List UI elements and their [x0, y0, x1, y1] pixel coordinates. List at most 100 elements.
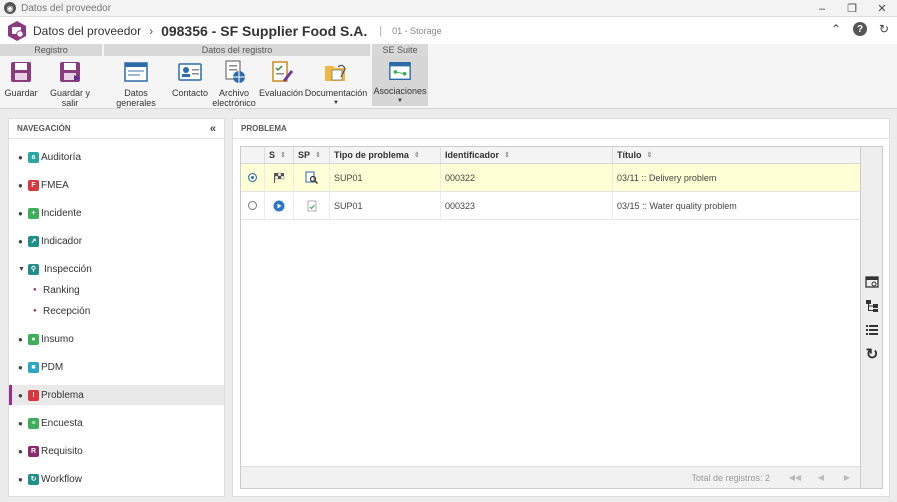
inspection-icon: ⚲: [28, 263, 39, 275]
close-icon[interactable]: ✕: [867, 0, 897, 17]
navigation-header: NAVEGACIÓN «: [9, 119, 224, 139]
problem-grid: S ⇕ SP ⇕ Tipo de problema ⇕ Identificador ⇕ …: [240, 146, 861, 489]
column-tipo[interactable]: Tipo de problema ⇕: [330, 147, 441, 163]
sort-icon: ⇕: [315, 152, 321, 159]
nav-item-auditoria[interactable]: ● a Auditoría: [9, 147, 224, 167]
collapse-up-icon[interactable]: ⌃: [829, 22, 843, 36]
ribbon-toolbar: Registro Datos del registro SE Suite Gua…: [0, 44, 897, 109]
nav-item-incidente[interactable]: ● + Incidente: [9, 203, 224, 223]
analysis-search-icon: [305, 171, 318, 184]
documentation-button[interactable]: Documentación ▼: [305, 59, 367, 108]
grid-side-toolbar: ↻: [861, 146, 883, 489]
problem-icon: !: [28, 389, 39, 401]
view-record-icon[interactable]: [864, 274, 880, 290]
next-page-icon[interactable]: ▶: [834, 473, 860, 482]
previous-page-icon[interactable]: ◀: [808, 473, 834, 482]
nav-item-ranking[interactable]: ● Ranking: [9, 280, 224, 300]
evaluation-icon: [272, 61, 294, 82]
ribbon-group-datos: Datos del registro: [104, 44, 370, 56]
sort-icon: ⇕: [280, 152, 286, 159]
save-exit-icon: [60, 62, 80, 82]
dropdown-caret-icon: ▼: [397, 98, 403, 104]
window-title: Datos del proveedor: [21, 2, 112, 14]
ribbon-group-sesuite: SE Suite: [372, 44, 428, 56]
input-icon: ●: [28, 333, 39, 345]
nav-item-inspeccion[interactable]: ▼ ⚲ Inspección: [9, 259, 224, 279]
cell-titulo: 03/11 :: Delivery problem: [617, 172, 717, 183]
list-icon[interactable]: [864, 322, 880, 338]
save-icon: [11, 62, 31, 82]
checkered-flag-icon: [274, 172, 285, 183]
page-title: Datos del proveedor: [33, 23, 142, 38]
nav-item-requisito[interactable]: ● R Requisito: [9, 441, 224, 461]
nav-item-workflow[interactable]: ● ↻ Workflow: [9, 469, 224, 489]
sort-icon: ⇕: [413, 152, 420, 159]
supplier-hexagon-icon: [8, 20, 26, 41]
restore-icon[interactable]: ❐: [837, 0, 867, 17]
refresh-grid-icon[interactable]: ↻: [864, 346, 880, 363]
help-icon[interactable]: ?: [853, 22, 867, 36]
navigation-panel: NAVEGACIÓN « ● a Auditoría ● F FMEA ● + …: [8, 118, 225, 497]
nav-item-fmea[interactable]: ● F FMEA: [9, 175, 224, 195]
record-title: 098356 - SF Supplier Food S.A.: [161, 22, 368, 39]
nav-item-recepcion[interactable]: ● Recepción: [9, 301, 224, 321]
column-select: [241, 147, 265, 163]
collapse-panel-icon[interactable]: «: [210, 123, 216, 135]
hierarchy-icon[interactable]: [864, 298, 880, 314]
chevron-right-icon: ›: [149, 23, 154, 38]
nav-item-insumo[interactable]: ● ● Insumo: [9, 329, 224, 349]
dropdown-caret-icon: ▼: [333, 100, 339, 106]
fmea-icon: F: [28, 179, 39, 191]
header-divider: |: [379, 24, 383, 37]
electronic-file-icon: [225, 60, 245, 83]
window-titlebar: ◉ Datos del proveedor – ❐ ✕: [0, 0, 897, 17]
column-titulo[interactable]: Título ⇕: [613, 147, 860, 163]
navigation-title: NAVEGACIÓN: [17, 124, 71, 133]
audit-icon: a: [28, 151, 39, 163]
general-data-icon: [124, 62, 148, 82]
minimize-icon[interactable]: –: [807, 0, 837, 17]
associations-button[interactable]: Asociaciones ▼: [372, 56, 428, 106]
incident-icon: +: [28, 207, 39, 219]
problem-panel: PROBLEMA S ⇕ SP ⇕ Tipo de problema ⇕ Identi…: [232, 118, 890, 497]
cell-tipo: SUP01: [330, 164, 441, 191]
row-radio[interactable]: [248, 201, 257, 210]
requirement-icon: R: [28, 445, 39, 457]
refresh-icon[interactable]: ↻: [877, 22, 891, 36]
cell-identificador: 000322: [441, 164, 613, 191]
documentation-folder-icon: [325, 64, 346, 81]
table-row[interactable]: SUP01 000322 03/11 :: Delivery problem: [241, 164, 860, 192]
header-actions: ⌃ ? ↻: [829, 22, 891, 36]
nav-item-encuesta[interactable]: ● ≡ Encuesta: [9, 413, 224, 433]
save-and-exit-button[interactable]: Guardar y salir: [42, 59, 98, 108]
sort-icon: ⇕: [504, 152, 510, 159]
electronic-file-button[interactable]: Archivo electrónico: [212, 59, 256, 108]
window-controls: – ❐ ✕: [807, 0, 897, 17]
column-sp[interactable]: SP ⇕: [294, 147, 330, 163]
evaluation-button[interactable]: Evaluación: [259, 59, 303, 98]
ribbon-group-registro: Registro: [0, 44, 102, 56]
app-icon: ◉: [4, 2, 16, 14]
workflow-icon: ↻: [28, 473, 39, 485]
save-button[interactable]: Guardar: [4, 59, 38, 98]
column-identificador[interactable]: Identificador ⇕: [441, 147, 613, 163]
survey-icon: ≡: [28, 417, 39, 429]
sort-icon: ⇕: [646, 152, 653, 159]
contact-button[interactable]: Contacto: [172, 59, 208, 98]
general-data-button[interactable]: Datos generales: [106, 59, 166, 108]
table-row[interactable]: SUP01 000323 03/15 :: Water quality prob…: [241, 192, 860, 220]
cell-tipo: SUP01: [330, 192, 441, 219]
nav-item-pdm[interactable]: ● ■ PDM: [9, 357, 224, 377]
nav-item-problema[interactable]: ● ! Problema: [9, 385, 224, 405]
pdm-icon: ■: [28, 361, 39, 373]
row-radio[interactable]: [248, 173, 257, 182]
cell-titulo: 03/15 :: Water quality problem: [617, 200, 737, 211]
expand-caret-icon[interactable]: ▼: [18, 266, 28, 273]
indicator-icon: ↗: [28, 235, 39, 247]
record-subtitle: 01 - Storage: [392, 25, 442, 36]
contact-card-icon: [178, 63, 202, 81]
nav-item-indicador[interactable]: ● ↗ Indicador: [9, 231, 224, 251]
record-count: Total de registros: 2: [691, 472, 770, 483]
first-page-icon[interactable]: ◀◀: [782, 473, 808, 482]
column-s[interactable]: S ⇕: [265, 147, 294, 163]
